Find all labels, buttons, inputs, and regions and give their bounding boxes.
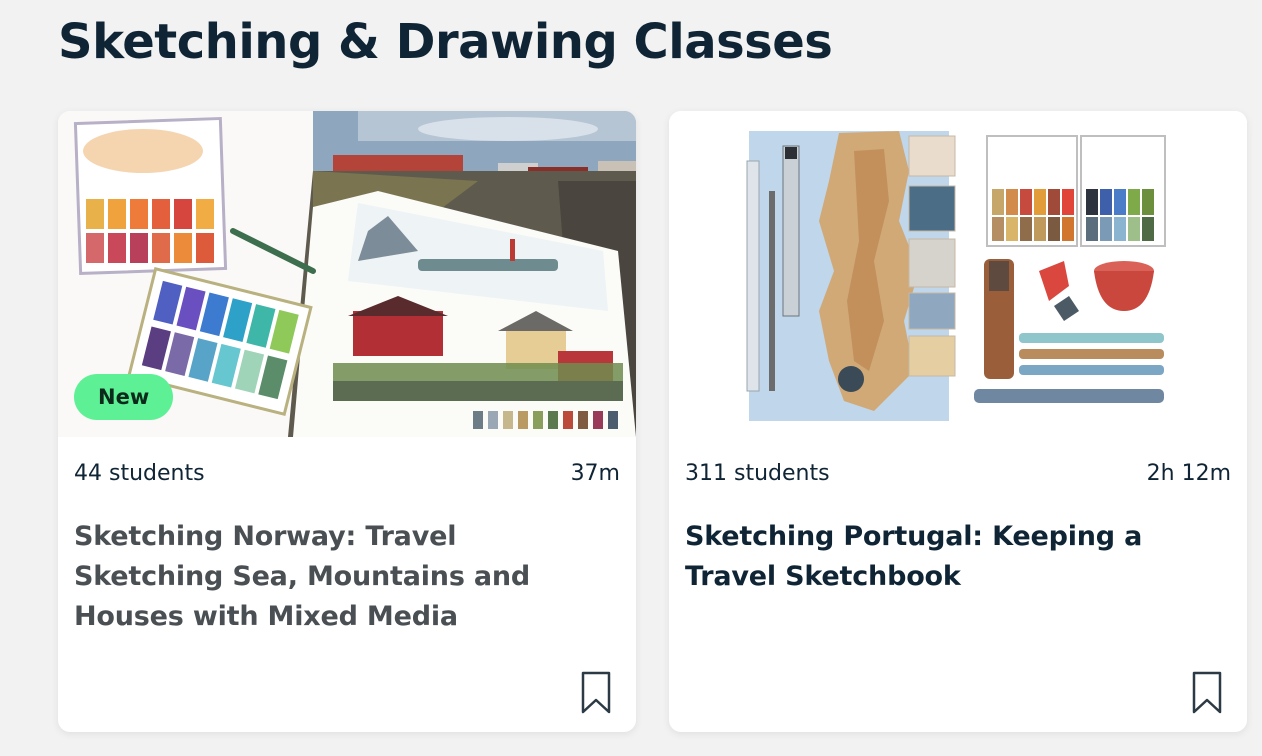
new-badge: New — [74, 374, 174, 420]
class-title[interactable]: Sketching Portugal: Keeping a Travel Ske… — [685, 517, 1215, 597]
class-meta: 311 students 2h 12m — [685, 459, 1231, 489]
class-duration: 37m — [570, 461, 620, 486]
student-count: 311 students — [685, 461, 830, 486]
class-thumbnail[interactable] — [669, 111, 1247, 437]
class-card-sketching-norway[interactable]: New 44 students 37m Sketching Norway: Tr… — [58, 111, 636, 732]
class-card-sketching-portugal[interactable]: 311 students 2h 12m Sketching Portugal: … — [669, 111, 1247, 732]
bookmark-icon[interactable] — [580, 671, 612, 715]
class-duration: 2h 12m — [1146, 461, 1231, 486]
class-title[interactable]: Sketching Norway: Travel Sketching Sea, … — [74, 517, 604, 637]
section-title: Sketching & Drawing Classes — [58, 14, 833, 70]
classes-section: Sketching & Drawing Classes New 44 stude… — [0, 0, 1262, 756]
bookmark-icon[interactable] — [1191, 671, 1223, 715]
watercolor-map-portugal-image — [669, 111, 1247, 437]
class-meta: 44 students 37m — [74, 459, 620, 489]
student-count: 44 students — [74, 461, 205, 486]
class-thumbnail[interactable]: New — [58, 111, 636, 437]
